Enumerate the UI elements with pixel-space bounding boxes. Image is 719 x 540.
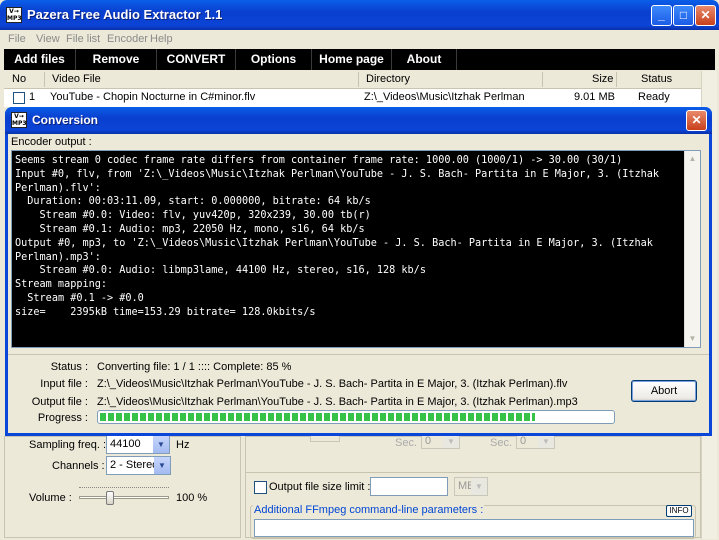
row-directory: Z:\_Videos\Music\Itzhak Perlman xyxy=(364,91,525,103)
progress-label: Progress : xyxy=(37,412,88,424)
menu-file[interactable]: File xyxy=(8,33,26,45)
sec-value-1: 0 xyxy=(425,435,432,447)
file-list-header: No Video File Directory Size Status xyxy=(4,71,701,89)
chevron-down-icon[interactable]: ▼ xyxy=(471,478,487,495)
menu-encoder[interactable]: Encoder xyxy=(107,33,148,45)
column-video-file[interactable]: Video File xyxy=(52,73,101,85)
sec-spinner-2[interactable]: 0 ▼ xyxy=(516,434,555,449)
conversion-dialog: V→ MP3 Conversion ✕ Encoder output : Seem… xyxy=(5,107,712,436)
sampling-freq-select[interactable]: 44100 ▼ xyxy=(106,435,170,454)
options-button[interactable]: Options xyxy=(236,49,312,70)
output-file-value: Z:\_Videos\Music\Itzhak Perlman\YouTube … xyxy=(97,396,578,408)
chevron-down-icon[interactable]: ▼ xyxy=(154,457,170,474)
column-divider[interactable] xyxy=(358,72,359,87)
column-size[interactable]: Size xyxy=(592,73,613,85)
column-divider[interactable] xyxy=(616,72,617,87)
close-button[interactable]: ✕ xyxy=(695,5,716,26)
channels-label: Channels : xyxy=(52,460,105,472)
row-no: 1 xyxy=(29,91,36,103)
volume-slider[interactable] xyxy=(79,486,169,506)
progress-fill xyxy=(100,413,536,421)
channels-select[interactable]: 2 - Stereo ▼ xyxy=(106,456,171,475)
row-status: Ready xyxy=(638,91,670,103)
console-scrollbar[interactable]: ▲ ▼ xyxy=(684,151,700,347)
size-unit-select[interactable]: MB ▼ xyxy=(454,477,488,496)
sampling-freq-label: Sampling freq. : xyxy=(29,439,107,451)
minimize-button[interactable]: _ xyxy=(651,5,672,26)
add-files-button[interactable]: Add files xyxy=(4,49,76,70)
scroll-down-icon[interactable]: ▼ xyxy=(685,331,700,347)
convert-button[interactable]: CONVERT xyxy=(157,49,236,70)
row-checkbox[interactable] xyxy=(13,92,25,104)
row-video-file: YouTube - Chopin Nocturne in C#minor.flv xyxy=(50,91,256,103)
sec-label-2: Sec. : xyxy=(490,437,519,449)
column-status[interactable]: Status xyxy=(641,73,672,85)
volume-value: 100 % xyxy=(176,492,208,504)
info-button[interactable]: INFO xyxy=(666,505,692,517)
status-value: Converting file: 1 / 1 :::: Complete: 85… xyxy=(97,361,292,373)
column-directory[interactable]: Directory xyxy=(366,73,410,85)
spinner-icon[interactable]: ▼ xyxy=(443,435,459,448)
output-file-label: Output file : xyxy=(31,396,88,408)
sec-value-2: 0 xyxy=(520,435,527,447)
remove-button[interactable]: Remove xyxy=(76,49,157,70)
size-limit-input[interactable] xyxy=(370,477,448,496)
column-divider[interactable] xyxy=(44,72,45,87)
menu-bar: File View File list Encoder Help xyxy=(0,30,719,49)
about-button[interactable]: About xyxy=(392,49,457,70)
channels-value: 2 - Stereo xyxy=(110,459,159,471)
spinner-icon[interactable]: ▼ xyxy=(538,435,554,448)
sampling-unit: Hz xyxy=(176,439,190,451)
encoder-output-label: Encoder output : xyxy=(11,136,92,148)
console-text: Seems stream 0 codec frame rate differs … xyxy=(15,155,660,318)
size-limit-checkbox[interactable] xyxy=(254,481,267,494)
menu-file-list[interactable]: File list xyxy=(66,33,100,45)
chevron-down-icon[interactable]: ▼ xyxy=(153,436,169,453)
dialog-close-button[interactable]: ✕ xyxy=(686,110,707,131)
input-file-label: Input file : xyxy=(40,378,88,390)
sampling-freq-value: 44100 xyxy=(110,438,141,450)
size-limit-label: Output file size limit : xyxy=(269,481,371,493)
dialog-titlebar: V→ MP3 Conversion ✕ xyxy=(5,107,712,134)
divider xyxy=(8,354,709,355)
audio-settings-panel: Sampling freq. : 44100 ▼ Hz Channels : 2… xyxy=(4,435,241,538)
toolbar: Add files Remove CONVERT Options Home pa… xyxy=(4,49,715,70)
table-row[interactable]: 1 YouTube - Chopin Nocturne in C#minor.f… xyxy=(4,89,701,107)
output-settings-panel: Sec. : 0 ▼ Sec. : 0 ▼ Output file size lim… xyxy=(245,429,701,539)
dialog-title: Conversion xyxy=(32,113,99,127)
menu-view[interactable]: View xyxy=(36,33,60,45)
sec-spinner-1[interactable]: 0 ▼ xyxy=(421,434,460,449)
maximize-button[interactable]: □ xyxy=(673,5,694,26)
volume-slider-thumb[interactable] xyxy=(106,491,114,505)
divider xyxy=(246,472,701,473)
menu-help[interactable]: Help xyxy=(150,33,173,45)
sec-label-1: Sec. : xyxy=(395,437,424,449)
window-title: Pazera Free Audio Extractor 1.1 xyxy=(27,7,223,22)
main-titlebar: V→ MP3 Pazera Free Audio Extractor 1.1 _ … xyxy=(0,0,719,30)
column-no[interactable]: No xyxy=(12,73,26,85)
abort-button[interactable]: Abort xyxy=(631,380,697,402)
ffmpeg-params-input[interactable] xyxy=(254,519,694,537)
app-icon: V→ MP3 xyxy=(6,7,22,23)
row-size: 9.01 MB xyxy=(574,91,615,103)
scroll-up-icon[interactable]: ▲ xyxy=(685,151,700,167)
home-page-button[interactable]: Home page xyxy=(312,49,392,70)
ffmpeg-params-label: Additional FFmpeg command-line parameter… xyxy=(253,504,485,516)
app-icon: V→ MP3 xyxy=(11,112,27,128)
progress-bar xyxy=(97,410,615,424)
column-divider[interactable] xyxy=(542,72,543,87)
encoder-output-console[interactable]: Seems stream 0 codec frame rate differs … xyxy=(11,150,701,348)
input-file-value: Z:\_Videos\Music\Itzhak Perlman\YouTube … xyxy=(97,378,568,390)
volume-label: Volume : xyxy=(29,492,72,504)
status-label: Status : xyxy=(50,361,88,373)
